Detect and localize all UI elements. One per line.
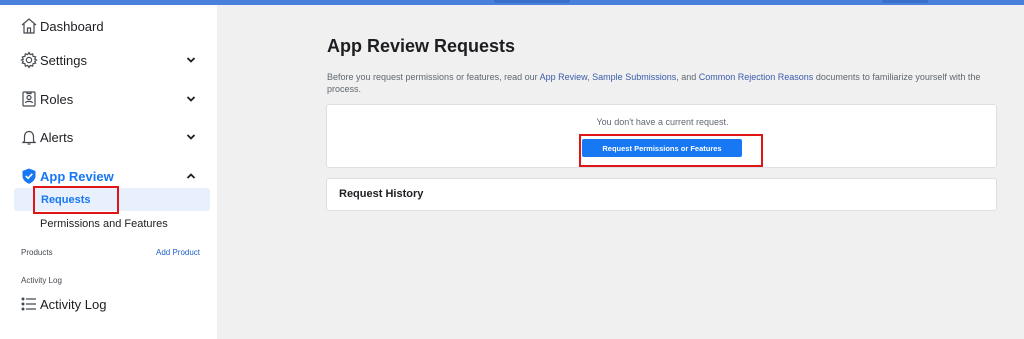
page-description: Before you request permissions or featur… [327, 71, 997, 95]
sidebar-item-settings[interactable]: Settings [0, 45, 217, 75]
app-review-link[interactable]: App Review [540, 72, 588, 82]
description-text: , and [676, 72, 699, 82]
sidebar-item-label: Roles [40, 91, 74, 107]
sidebar-item-app-review[interactable]: App Review [0, 161, 217, 191]
add-product-link[interactable]: Add Product [156, 248, 200, 257]
chevron-down-icon[interactable] [186, 94, 196, 104]
section-label-products: Products [21, 248, 53, 257]
request-history-card[interactable]: Request History [326, 178, 997, 211]
sidebar-item-label: Dashboard [40, 18, 104, 34]
request-history-title: Request History [339, 188, 424, 200]
chevron-up-icon[interactable] [186, 171, 196, 181]
home-icon [19, 16, 39, 36]
main-content: App Review Requests Before you request p… [217, 5, 1024, 339]
bell-icon [19, 127, 39, 147]
description-text: Before you request permissions or featur… [327, 72, 540, 82]
top-nav-tab[interactable] [882, 0, 928, 3]
gear-icon [19, 50, 39, 70]
sidebar-subitem-label: Permissions and Features [40, 217, 168, 230]
sidebar-item-label: App Review [40, 168, 114, 184]
sidebar-item-roles[interactable]: Roles [0, 84, 217, 114]
chevron-down-icon[interactable] [186, 132, 196, 142]
sidebar-item-alerts[interactable]: Alerts [0, 122, 217, 152]
no-request-message: You don't have a current request. [596, 117, 729, 127]
sidebar: Dashboard Settings Roles Alerts App Revi… [0, 5, 217, 339]
sidebar-item-label: Activity Log [40, 296, 107, 312]
sidebar-item-dashboard[interactable]: Dashboard [0, 11, 217, 41]
section-label-activity-log: Activity Log [21, 276, 62, 285]
sidebar-subitem-permissions-and-features[interactable]: Permissions and Features [14, 212, 210, 235]
list-icon [19, 294, 39, 314]
sidebar-item-activity-log[interactable]: Activity Log [0, 289, 217, 319]
sidebar-subitem-label: Requests [41, 193, 91, 206]
chevron-down-icon[interactable] [186, 55, 196, 65]
sample-submissions-link[interactable]: Sample Submissions [592, 72, 676, 82]
request-permissions-button[interactable]: Request Permissions or Features [582, 139, 742, 157]
shield-check-icon [19, 166, 39, 186]
top-nav-tab[interactable] [494, 0, 570, 3]
page-title: App Review Requests [327, 36, 516, 56]
sidebar-item-label: Settings [40, 52, 87, 68]
sidebar-subitem-requests[interactable]: Requests [14, 188, 210, 211]
id-badge-icon [19, 89, 39, 109]
current-request-card: You don't have a current request. Reques… [326, 104, 997, 168]
common-rejection-reasons-link[interactable]: Common Rejection Reasons [699, 72, 814, 82]
sidebar-item-label: Alerts [40, 129, 74, 145]
